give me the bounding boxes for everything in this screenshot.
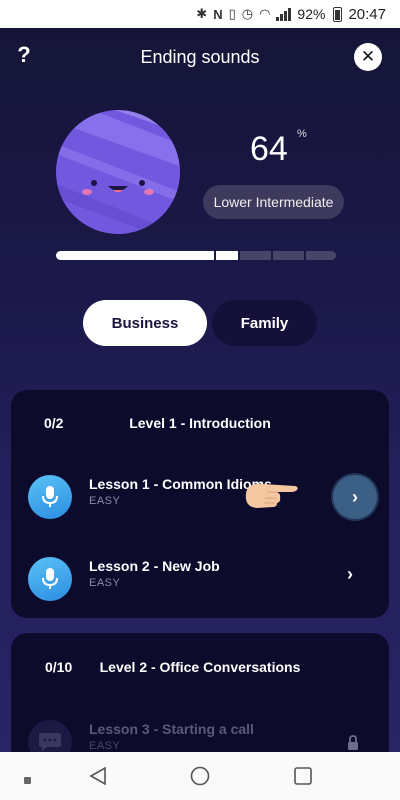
chevron-right-icon: › [352, 486, 358, 507]
page-title: Ending sounds [140, 47, 260, 67]
home-icon[interactable] [190, 766, 210, 791]
progress-segment [273, 251, 304, 260]
chevron-right-icon[interactable]: › [347, 564, 353, 585]
pointing-hand-icon [243, 477, 301, 518]
tab-business[interactable]: Business [83, 300, 207, 346]
close-icon: ✕ [360, 47, 376, 66]
bluetooth-icon: ✱ [196, 6, 208, 21]
overview-icon[interactable] [293, 766, 313, 791]
app-screen: ✱ N ▯ ◷ ◠ 92% 20:47 ? Ending sounds ✕ 64… [0, 0, 400, 800]
score-value: 64 [250, 130, 288, 168]
alarm-icon: ◷ [241, 6, 254, 21]
progress-segment [240, 251, 271, 260]
microphone-icon [28, 475, 72, 519]
level-title: Level 1 - Introduction [129, 415, 271, 431]
start-lesson-button[interactable]: › [333, 475, 377, 519]
lesson-item[interactable]: Lesson 2 - New Job EASY › [11, 550, 389, 610]
battery-icon [333, 6, 343, 22]
lesson-name: Lesson 2 - New Job [89, 558, 220, 574]
clock: 20:47 [348, 5, 386, 23]
progress-segment [216, 251, 238, 260]
level-badge: Lower Intermediate [203, 185, 344, 219]
signal-icon [276, 7, 292, 21]
lesson-difficulty: EASY [89, 577, 121, 589]
lesson-difficulty: EASY [89, 740, 121, 752]
nfc-icon: N [213, 6, 223, 22]
battery-percent: 92% [297, 6, 326, 22]
close-button[interactable]: ✕ [354, 43, 382, 71]
planet-mascot [56, 110, 180, 234]
level-card: 0/2 Level 1 - Introduction Lesson 1 - Co… [11, 390, 389, 618]
progress-segment [306, 251, 336, 260]
progress-bar [56, 251, 344, 260]
header: ? Ending sounds ✕ [0, 28, 400, 86]
back-icon[interactable] [88, 766, 108, 791]
recent-apps-dot-icon[interactable] [24, 772, 32, 790]
level-title: Level 2 - Office Conversations [99, 659, 301, 675]
microphone-icon [28, 557, 72, 601]
navigation-bar [0, 752, 400, 800]
wifi-icon: ◠ [259, 6, 271, 21]
status-bar: ✱ N ▯ ◷ ◠ 92% 20:47 [0, 0, 400, 28]
lesson-name: Lesson 3 - Starting a call [89, 721, 254, 737]
score-unit: % [297, 128, 307, 140]
vibrate-icon: ▯ [228, 6, 236, 21]
progress-segment [56, 251, 214, 260]
lesson-difficulty: EASY [89, 495, 121, 507]
lesson-item[interactable]: Lesson 1 - Common Idioms EASY › [11, 468, 389, 528]
tab-family[interactable]: Family [212, 300, 317, 346]
